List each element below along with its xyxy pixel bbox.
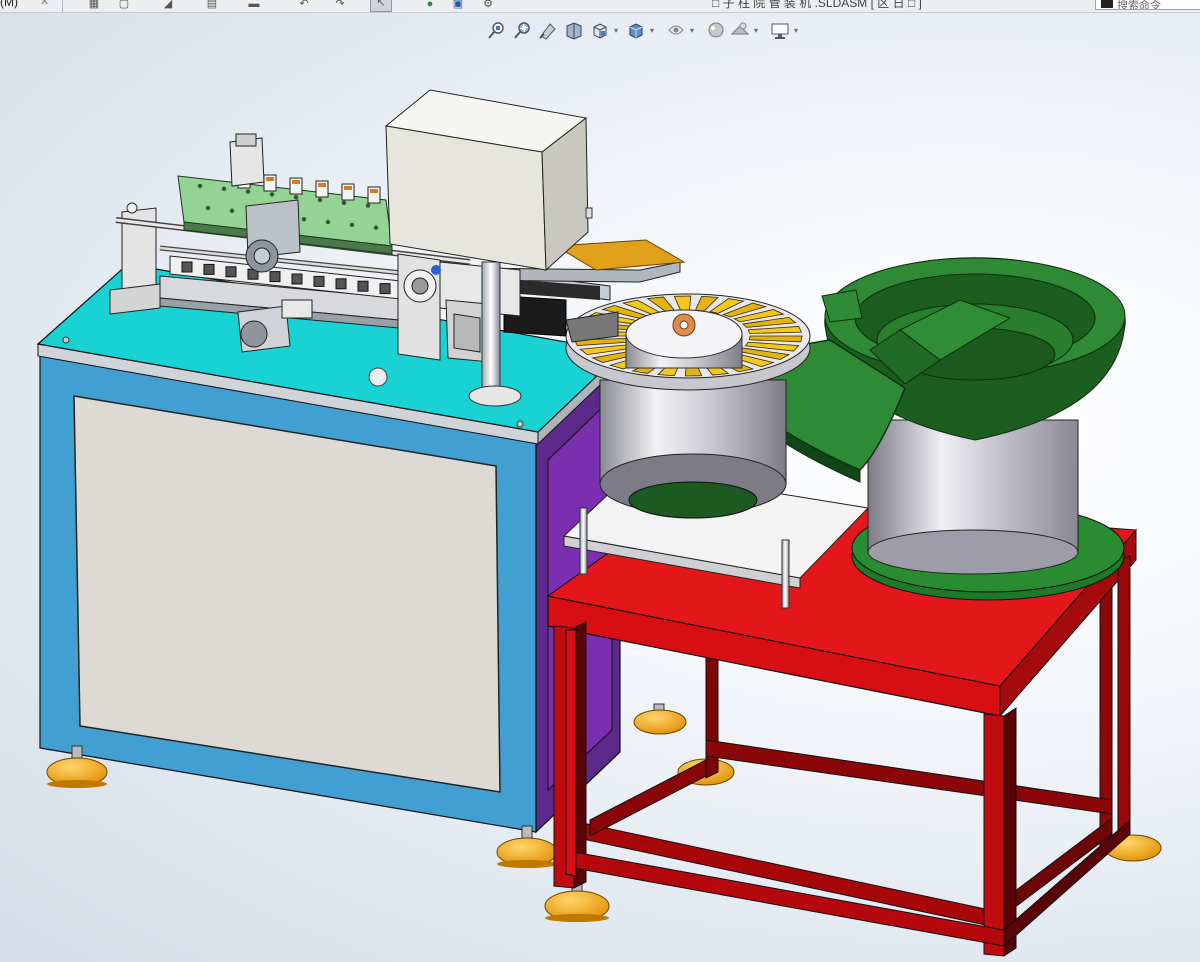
base-slot — [335, 278, 347, 290]
hole — [293, 195, 299, 200]
menu-label[interactable]: (M) — [0, 0, 18, 9]
print-icon[interactable]: ▤ — [204, 0, 220, 10]
search-placeholder: 搜索命令 — [1117, 0, 1161, 10]
hole — [325, 219, 331, 225]
slider-pad — [266, 177, 274, 181]
pin-icon[interactable]: ✕ — [40, 0, 49, 8]
settings-gear-icon[interactable]: ⚙ — [480, 0, 496, 10]
base-slot — [291, 273, 303, 285]
hole — [341, 200, 347, 205]
redo-icon[interactable]: ↷ — [332, 0, 348, 10]
toolbar-separator — [62, 0, 63, 12]
slider-pad — [292, 180, 300, 184]
command-manager-strip: (M) ✕ ▦ ▢ ◢ ▤ ▬ ↶ ↷ ↖ ● ▣ ⚙ □ 子 柱 院 管 装 … — [0, 0, 1200, 13]
undo-icon[interactable]: ↶ — [296, 0, 312, 10]
options-icon[interactable]: ▣ — [450, 0, 466, 10]
slider-pad — [370, 189, 378, 193]
save-icon[interactable]: ▬ — [246, 0, 262, 10]
search-icon — [1101, 0, 1113, 8]
hole — [269, 192, 275, 197]
hole — [349, 222, 355, 227]
hole — [301, 217, 307, 222]
hole — [197, 183, 203, 189]
hole — [221, 186, 227, 191]
hole — [373, 225, 379, 230]
base-slot — [357, 280, 369, 292]
select-icon[interactable]: ↖ — [370, 0, 392, 12]
main-cabinet — [36, 263, 624, 834]
base-slot — [203, 263, 215, 275]
rebuild-icon[interactable]: ◢ — [160, 0, 176, 10]
traffic-light-icon[interactable]: ● — [422, 0, 438, 10]
hole — [229, 208, 235, 213]
hole — [205, 205, 211, 211]
document-title: □ 子 柱 院 管 装 机 .SLDASM [ 区 日 □ ] — [712, 0, 922, 10]
graphics-viewport[interactable] — [0, 13, 1200, 962]
base-slot — [225, 266, 237, 278]
base-slot — [379, 283, 391, 295]
assembly-model — [36, 89, 1162, 957]
search-commands-input[interactable]: 搜索命令 — [1095, 0, 1200, 10]
hole — [365, 203, 371, 208]
slider-pad — [318, 183, 326, 187]
slider-pad — [344, 186, 352, 190]
rotary-index-table — [565, 293, 811, 519]
base-slot — [181, 261, 193, 273]
new-doc-icon[interactable]: ▢ — [116, 0, 132, 10]
hole — [245, 189, 251, 194]
hole — [317, 197, 323, 203]
base-slot — [269, 271, 281, 283]
grid-icon[interactable]: ▦ — [86, 0, 102, 10]
base-slot — [313, 275, 325, 287]
